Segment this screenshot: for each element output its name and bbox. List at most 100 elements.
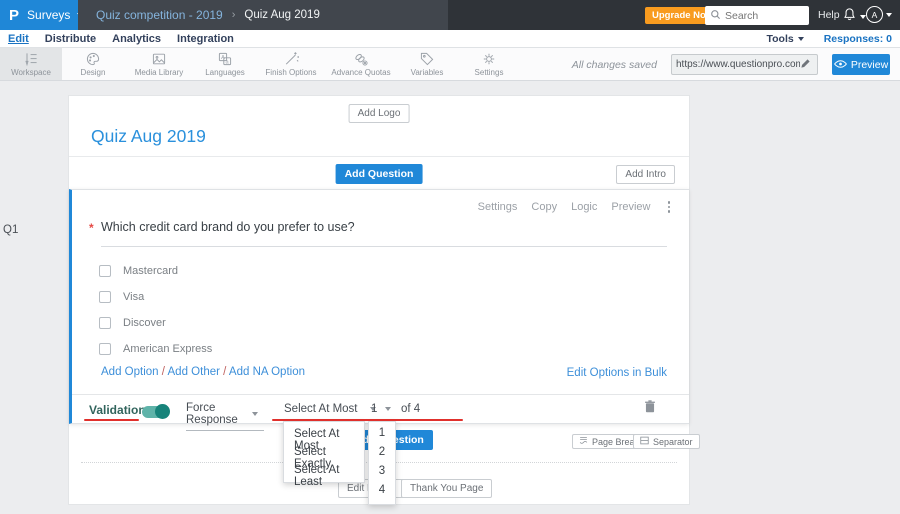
tools-menu-label: Tools: [766, 32, 794, 45]
add-intro-button[interactable]: Add Intro: [616, 165, 675, 184]
toolbar-item-advance-quotas[interactable]: Advance Quotas: [326, 48, 396, 80]
menu-item-select-exactly[interactable]: Select Exactly: [284, 443, 364, 470]
page-break-icon: [579, 436, 588, 447]
menu-item-count-4[interactable]: 4: [369, 482, 395, 501]
add-logo-button[interactable]: Add Logo: [348, 104, 410, 123]
add-other-link[interactable]: Add Other: [168, 366, 220, 378]
toolbar-item-label: Variables: [410, 68, 444, 77]
separator-button[interactable]: Separator: [633, 434, 700, 449]
tools-menu[interactable]: Tools: [766, 32, 804, 45]
answer-option-row: Discover: [99, 316, 166, 330]
link-separator: /: [161, 366, 165, 378]
top-bar: P Surveys Quiz competition - 2019 › Quiz…: [0, 0, 900, 30]
link-separator: /: [223, 366, 227, 378]
tag-icon: [419, 51, 435, 67]
help-link[interactable]: Help: [818, 9, 840, 21]
validation-label: Validation: [89, 403, 146, 417]
translate-icon: Aa: [217, 51, 233, 67]
separator-icon: [640, 436, 649, 447]
validation-rule-dropdown[interactable]: Select At Most: [284, 403, 376, 415]
option-checkbox[interactable]: [99, 317, 111, 329]
menu-item-select-at-most[interactable]: Select At Most: [284, 425, 364, 452]
toolbar-item-variables[interactable]: Variables: [396, 48, 458, 80]
question-text-underline: [101, 246, 667, 247]
question-settings-link[interactable]: Settings: [478, 201, 518, 213]
validation-toggle[interactable]: [142, 404, 170, 419]
account-menu[interactable]: A: [866, 6, 892, 23]
validation-count-menu: 1 2 3 4: [368, 421, 396, 505]
survey-title[interactable]: Quiz Aug 2019: [91, 126, 206, 147]
global-search[interactable]: [705, 6, 809, 25]
option-checkbox[interactable]: [99, 343, 111, 355]
tab-integration[interactable]: Integration: [177, 33, 234, 45]
question-block: Settings Copy Logic Preview * Which cred…: [69, 189, 689, 431]
add-option-link[interactable]: Add Option: [101, 366, 159, 378]
toolbar-right: All changes saved Preview: [572, 48, 890, 81]
chevron-down-icon: [252, 412, 258, 416]
toolbar-item-label: Languages: [205, 68, 245, 77]
quota-links-icon: [353, 51, 369, 67]
separator-label: Separator: [653, 436, 693, 447]
preview-button[interactable]: Preview: [832, 54, 890, 75]
edit-options-in-bulk-link[interactable]: Edit Options in Bulk: [567, 367, 667, 379]
add-na-option-link[interactable]: Add NA Option: [229, 366, 305, 378]
gear-icon: [481, 51, 497, 67]
breadcrumb-folder[interactable]: Quiz competition - 2019: [96, 8, 223, 22]
eye-icon: [833, 59, 847, 71]
notifications-menu[interactable]: [842, 7, 866, 27]
toolbar-item-label: Settings: [474, 68, 504, 77]
option-label[interactable]: Visa: [123, 291, 144, 303]
option-checkbox[interactable]: [99, 291, 111, 303]
product-menu[interactable]: P Surveys: [0, 0, 84, 30]
edit-url-pencil-icon[interactable]: [800, 56, 811, 74]
question-preview-link[interactable]: Preview: [611, 201, 650, 213]
question-logic-link[interactable]: Logic: [571, 201, 597, 213]
validation-of-total: of 4: [401, 403, 421, 415]
responses-count[interactable]: Responses: 0: [824, 33, 892, 45]
toolbar-item-settings[interactable]: Settings: [458, 48, 520, 80]
page-break-label: Page Break: [592, 436, 640, 447]
nav-right: Tools Responses: 0: [766, 33, 892, 45]
thank-you-page-button[interactable]: Thank You Page: [401, 479, 493, 498]
menu-item-count-3[interactable]: 3: [369, 463, 395, 482]
toolbar-item-design[interactable]: Design: [62, 48, 124, 80]
add-question-button-top[interactable]: Add Question: [335, 164, 423, 184]
search-input[interactable]: [725, 9, 805, 22]
question-actions: Settings Copy Logic Preview: [478, 200, 673, 214]
menu-item-select-at-least[interactable]: Select At Least: [284, 461, 364, 488]
option-label[interactable]: Discover: [123, 317, 166, 329]
annotation-underline-validation: [84, 419, 139, 421]
validation-rule-menu: Select At Most Select Exactly Select At …: [283, 421, 365, 488]
delete-question-trash-icon[interactable]: [644, 400, 656, 418]
answer-option-row: American Express: [99, 342, 212, 356]
chevron-down-icon: [886, 12, 892, 17]
option-label[interactable]: Mastercard: [123, 265, 178, 277]
tab-analytics[interactable]: Analytics: [112, 33, 161, 45]
toolbar-item-workspace[interactable]: Workspace: [0, 48, 62, 80]
question-copy-link[interactable]: Copy: [531, 201, 557, 213]
avatar: A: [866, 6, 883, 23]
option-checkbox[interactable]: [99, 265, 111, 277]
tab-distribute[interactable]: Distribute: [45, 33, 96, 45]
force-response-label: Force Response: [186, 402, 238, 426]
option-label[interactable]: American Express: [123, 343, 212, 355]
menu-item-count-1[interactable]: 1: [369, 425, 395, 444]
kebab-menu-icon[interactable]: [665, 200, 674, 214]
survey-url-field[interactable]: [671, 54, 818, 75]
product-menu-label: Surveys: [27, 8, 71, 22]
toolbar-item-label: Workspace: [11, 68, 51, 77]
section-divider: [69, 156, 689, 157]
menu-item-count-2[interactable]: 2: [369, 444, 395, 463]
toolbar-item-finish-options[interactable]: Finish Options: [256, 48, 326, 80]
toolbar-item-languages[interactable]: Aa Languages: [194, 48, 256, 80]
chevron-down-icon: [797, 36, 804, 41]
tab-edit[interactable]: Edit: [8, 33, 29, 45]
force-response-dropdown[interactable]: Force Response: [186, 402, 264, 431]
question-number-label: Q1: [3, 224, 19, 236]
search-icon: [710, 7, 721, 25]
survey-url-input[interactable]: [676, 59, 800, 70]
question-text[interactable]: Which credit card brand do you prefer to…: [101, 220, 355, 234]
toolbar-item-media-library[interactable]: Media Library: [124, 48, 194, 80]
validation-count-value: 1: [371, 403, 378, 415]
validation-count-dropdown[interactable]: 1: [371, 403, 392, 415]
